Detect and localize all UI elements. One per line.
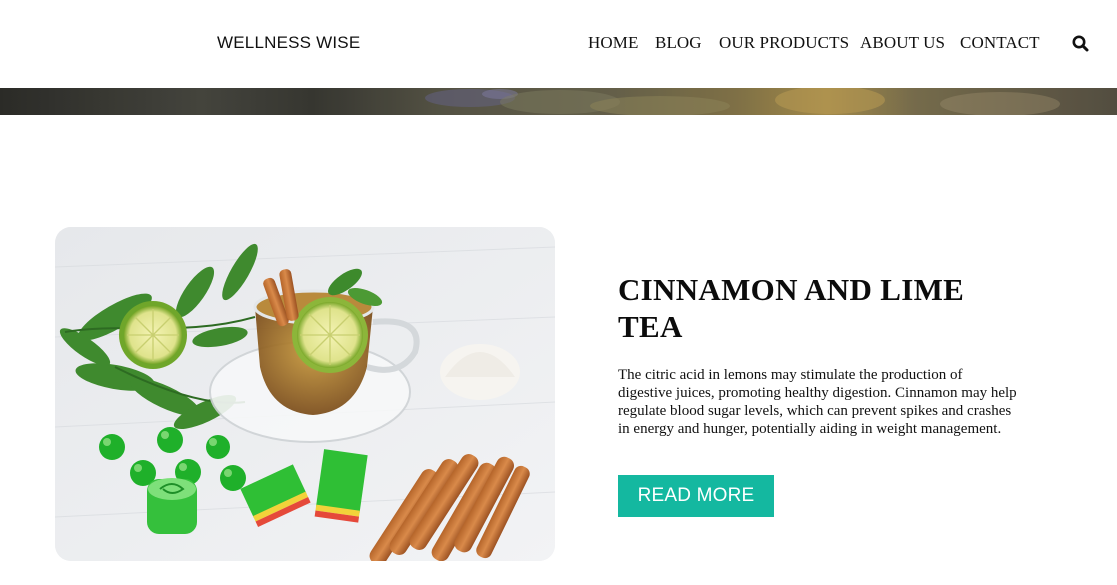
brand-logo[interactable]: WELLNESS WISE: [217, 33, 360, 53]
post-title: CINNAMON AND LIME TEA: [618, 272, 965, 344]
search-button[interactable]: [1071, 34, 1091, 54]
post-image[interactable]: [55, 227, 555, 561]
nav-contact[interactable]: CONTACT: [960, 33, 1040, 53]
nav-blog[interactable]: BLOG: [655, 33, 702, 53]
post-excerpt: The citric acid in lemons may stimulate …: [618, 367, 1017, 437]
site-header: WELLNESS WISE HOME BLOG OUR PRODUCTS ABO…: [0, 0, 1117, 88]
search-icon: [1072, 35, 1089, 52]
nav-home[interactable]: HOME: [588, 33, 638, 53]
nav-about-us[interactable]: ABOUT US: [860, 33, 945, 53]
read-more-button[interactable]: READ MORE: [618, 475, 774, 517]
nav-our-products[interactable]: OUR PRODUCTS: [719, 33, 849, 53]
hero-banner-image: [0, 88, 1117, 115]
tea-photo: [55, 227, 555, 561]
